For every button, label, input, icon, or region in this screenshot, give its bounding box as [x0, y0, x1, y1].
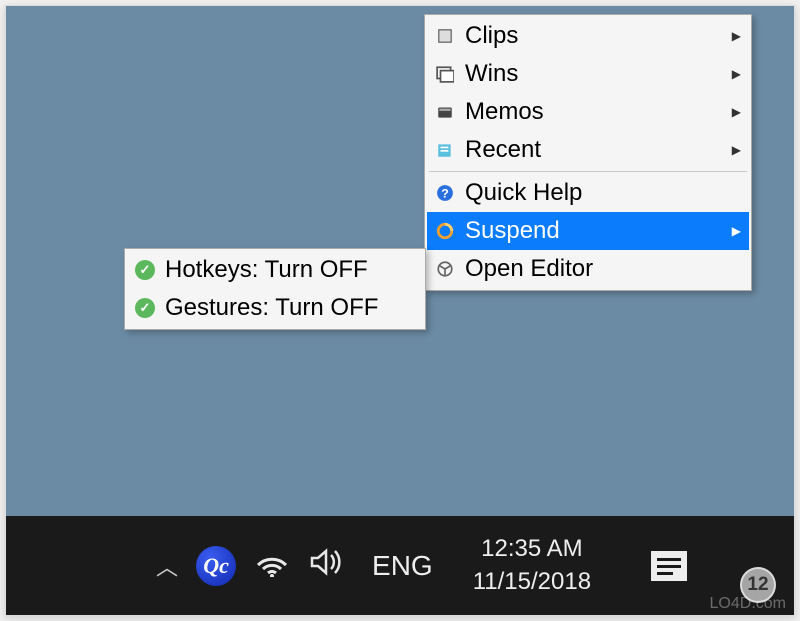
language-indicator[interactable]: ENG [372, 550, 433, 582]
submenu-arrow-icon: ▶ [732, 105, 741, 119]
menu-item-clips[interactable]: Clips ▶ [427, 17, 749, 55]
taskbar: ︿ Qc ENG 12:35 AM 11/15/2018 [6, 516, 794, 615]
suspend-submenu: ✓ Hotkeys: Turn OFF ✓ Gestures: Turn OFF [124, 248, 426, 330]
taskbar-clock[interactable]: 12:35 AM 11/15/2018 [473, 533, 591, 598]
submenu-arrow-icon: ▶ [732, 143, 741, 157]
speaker-icon[interactable] [308, 547, 344, 585]
submenu-arrow-icon: ▶ [732, 224, 741, 238]
clock-time: 12:35 AM [473, 533, 591, 565]
menu-label: Open Editor [465, 255, 741, 283]
wins-icon [433, 62, 457, 86]
app-tray-icon-label: Qc [203, 553, 229, 579]
wifi-icon[interactable] [254, 547, 290, 585]
menu-label: Hotkeys: Turn OFF [165, 256, 411, 284]
clips-icon [433, 24, 457, 48]
system-tray: ︿ Qc ENG [156, 546, 433, 586]
memos-icon [433, 100, 457, 124]
watermark-badge: 12 [740, 567, 776, 603]
menu-item-recent[interactable]: Recent ▶ [427, 131, 749, 169]
check-icon: ✓ [133, 296, 157, 320]
menu-item-suspend[interactable]: Suspend ▶ [427, 212, 749, 250]
menu-label: Gestures: Turn OFF [165, 294, 411, 322]
menu-label: Quick Help [465, 179, 741, 207]
menu-label: Memos [465, 98, 722, 126]
menu-label: Suspend [465, 217, 722, 245]
check-icon: ✓ [133, 258, 157, 282]
menu-separator [429, 171, 747, 172]
menu-item-open-editor[interactable]: Open Editor [427, 250, 749, 288]
submenu-item-hotkeys[interactable]: ✓ Hotkeys: Turn OFF [127, 251, 423, 289]
action-center-icon[interactable] [651, 551, 687, 581]
menu-item-wins[interactable]: Wins ▶ [427, 55, 749, 93]
menu-label: Wins [465, 60, 722, 88]
app-tray-icon[interactable]: Qc [196, 546, 236, 586]
menu-item-quick-help[interactable]: ? Quick Help [427, 174, 749, 212]
clock-date: 11/15/2018 [473, 566, 591, 598]
tray-overflow-chevron-icon[interactable]: ︿ [156, 550, 178, 582]
submenu-arrow-icon: ▶ [732, 29, 741, 43]
tray-context-menu: Clips ▶ Wins ▶ Memos ▶ Recent ▶ [424, 14, 752, 291]
editor-icon [433, 257, 457, 281]
menu-label: Clips [465, 22, 722, 50]
help-icon: ? [433, 181, 457, 205]
menu-item-memos[interactable]: Memos ▶ [427, 93, 749, 131]
submenu-arrow-icon: ▶ [732, 67, 741, 81]
suspend-icon [433, 219, 457, 243]
menu-label: Recent [465, 136, 722, 164]
recent-icon [433, 138, 457, 162]
svg-text:?: ? [441, 187, 449, 201]
submenu-item-gestures[interactable]: ✓ Gestures: Turn OFF [127, 289, 423, 327]
